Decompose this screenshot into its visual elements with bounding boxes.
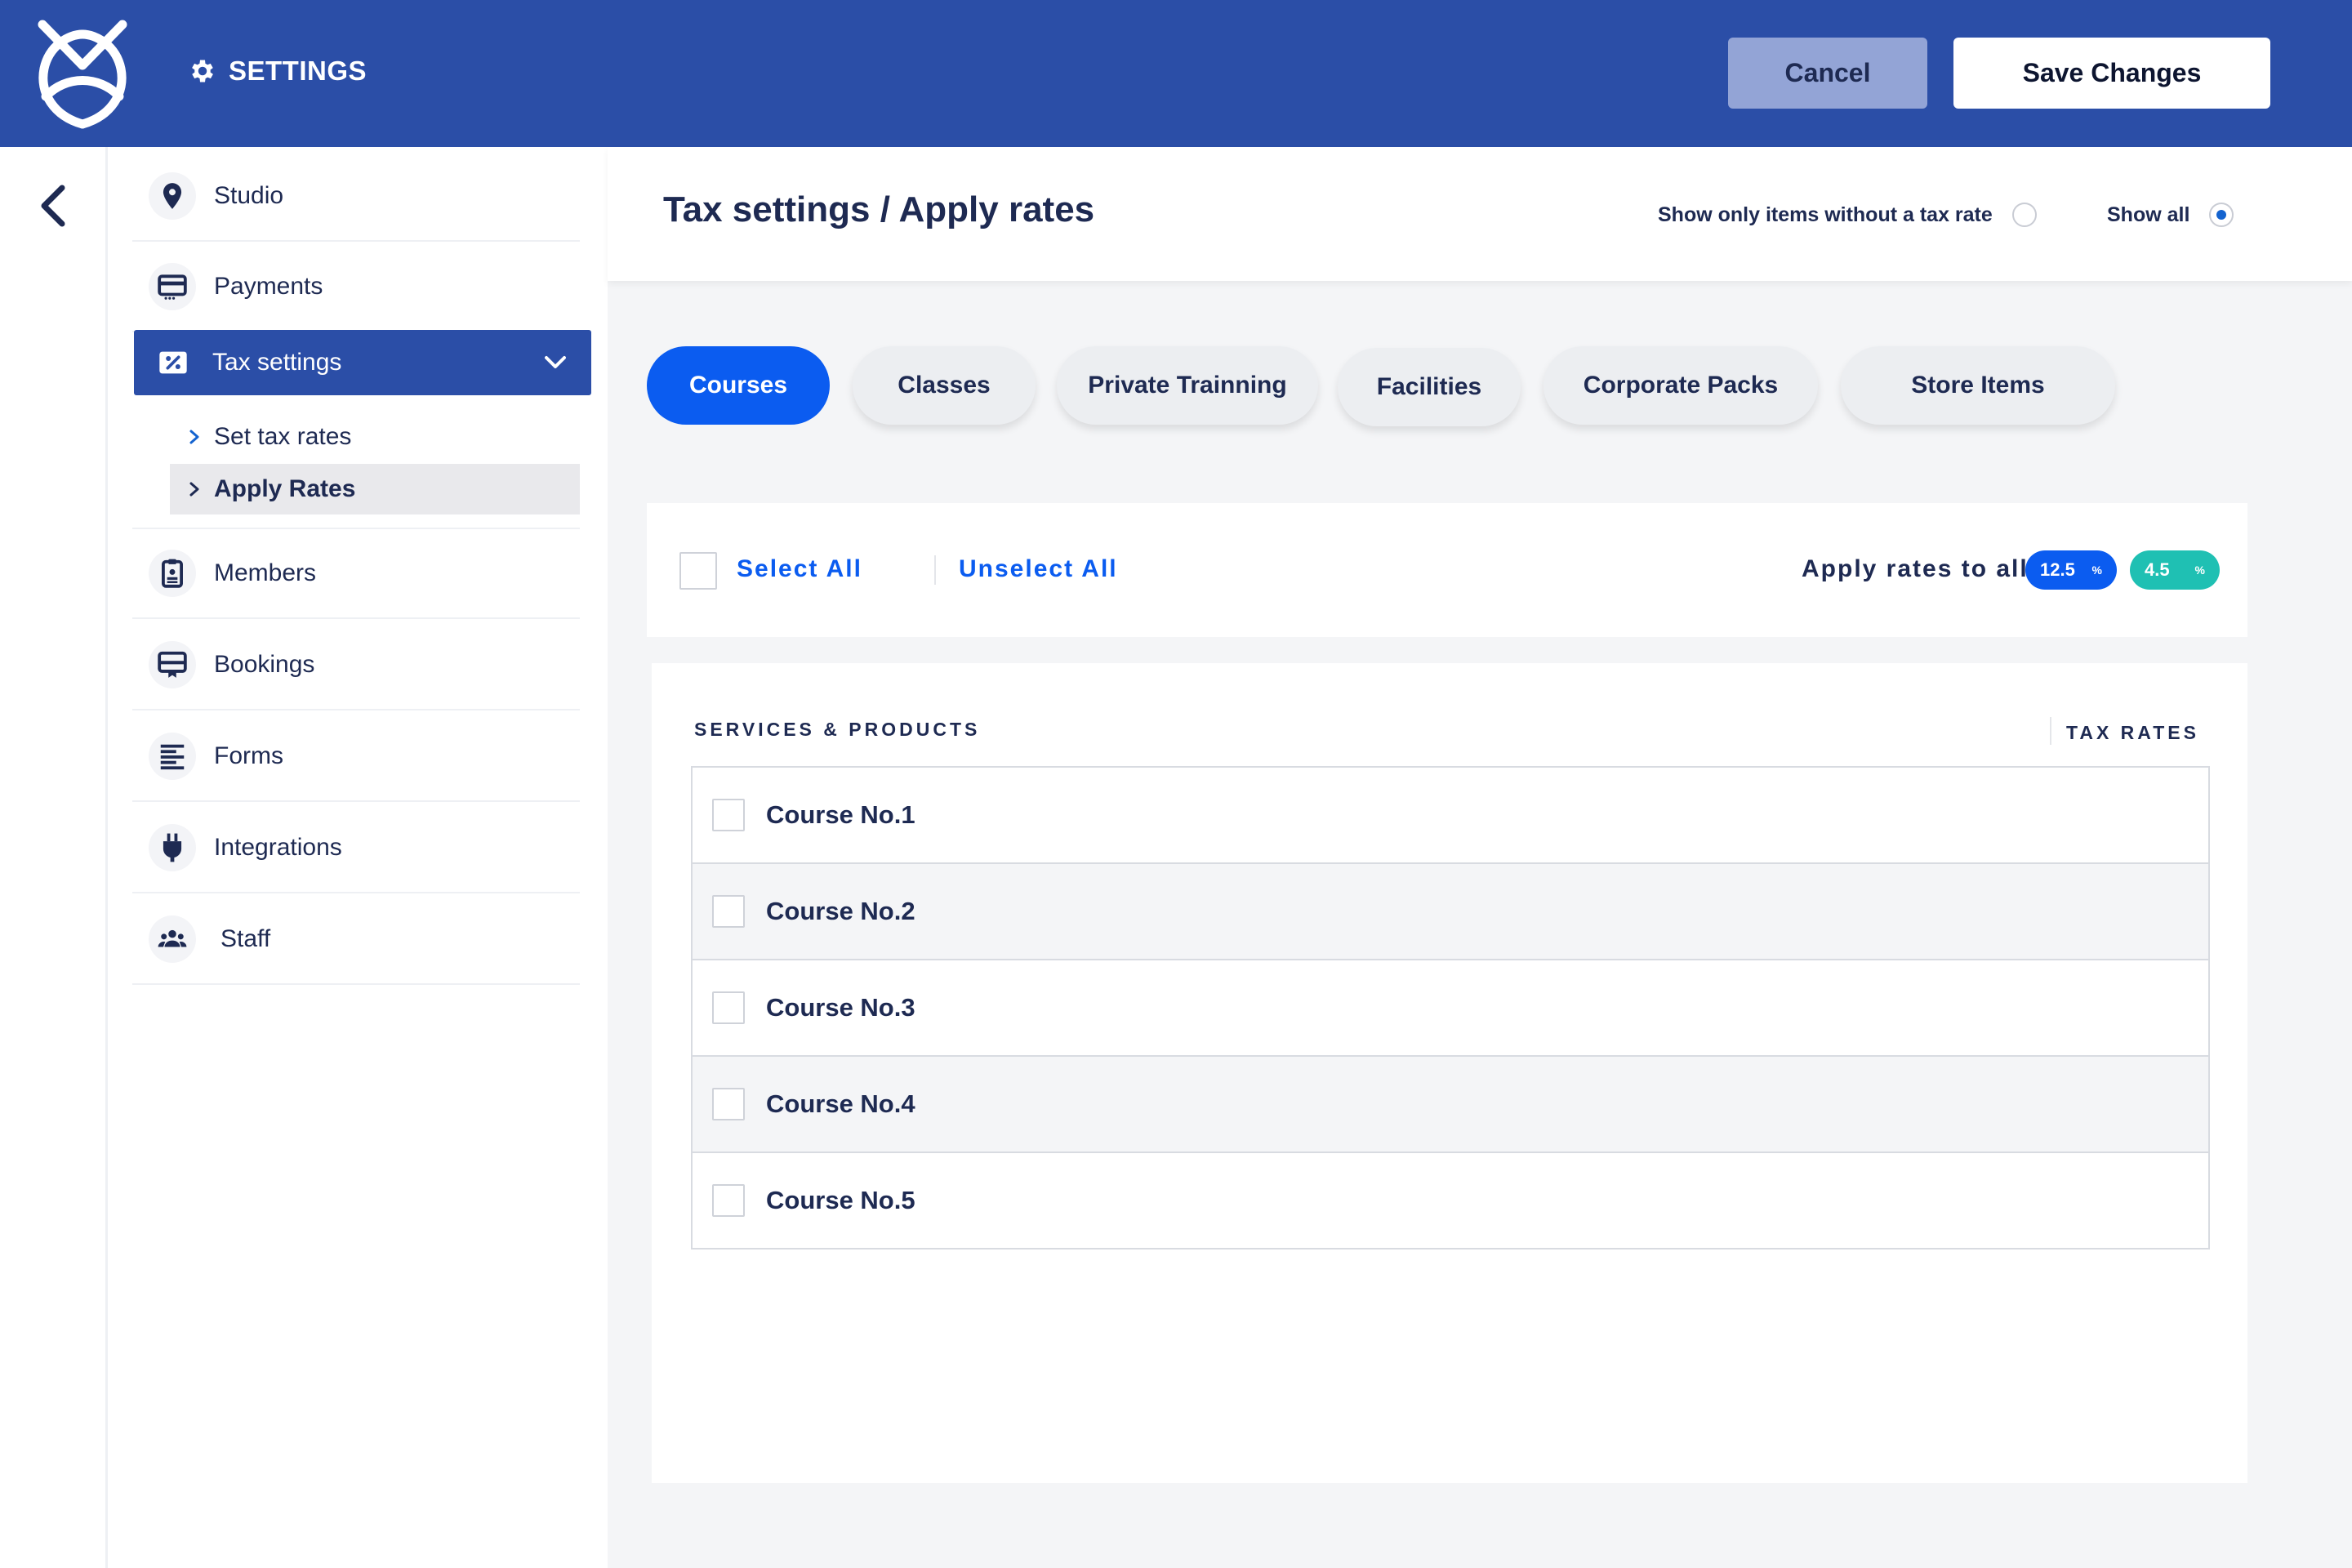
chevron-right-icon [189, 430, 199, 444]
table-row[interactable]: Course No.1 [691, 766, 2210, 864]
row-label: Course No.5 [766, 1186, 915, 1214]
bulk-actions-card: Select All Unselect All Apply rates to a… [647, 503, 2247, 637]
rate-value: 4.5 [2145, 559, 2170, 580]
row-label: Course No.3 [766, 993, 915, 1022]
row-label: Course No.2 [766, 897, 915, 925]
column-header-services: SERVICES & PRODUCTS [694, 719, 981, 740]
sidebar-item-members[interactable]: Members [132, 529, 580, 619]
sidebar-item-forms[interactable]: Forms [132, 712, 580, 802]
row-label: Course No.1 [766, 800, 915, 829]
unselect-all-link[interactable]: Unselect All [959, 555, 1118, 583]
page-title: Tax settings / Apply rates [663, 189, 1095, 229]
cancel-button[interactable]: Cancel [1728, 38, 1927, 109]
percent-tag-icon [159, 351, 187, 374]
tab-private-training[interactable]: Private Trainning [1057, 346, 1318, 425]
plug-icon [149, 824, 196, 871]
sidebar-item-tax-settings[interactable]: Tax settings [134, 330, 591, 395]
title-bar: Tax settings / Apply rates Show only ite… [608, 147, 2352, 281]
table-row[interactable]: Course No.4 [691, 1055, 2210, 1153]
percent-sign: % [2194, 564, 2205, 577]
divider [934, 555, 936, 585]
radio-show-all[interactable] [2209, 203, 2234, 227]
tab-courses[interactable]: Courses [647, 346, 830, 425]
tab-facilities[interactable]: Facilities [1338, 348, 1521, 426]
subitem-label: Apply Rates [214, 475, 356, 502]
table-row[interactable]: Course No.2 [691, 862, 2210, 960]
settings-sidebar: Studio Payments Tax settings Set tax rat… [108, 147, 608, 1568]
select-all-checkbox[interactable] [679, 552, 717, 590]
tab-store-items[interactable]: Store Items [1841, 346, 2115, 425]
sidebar-item-studio[interactable]: Studio [132, 152, 580, 242]
sidebar-item-integrations[interactable]: Integrations [132, 804, 580, 893]
chevron-right-icon [189, 482, 199, 497]
rate-pill-12-5[interactable]: 12.5 % [2025, 550, 2117, 590]
sidebar-item-label: Bookings [214, 651, 315, 678]
credit-card-icon [149, 263, 196, 310]
column-header-tax-rates: TAX RATES [2066, 722, 2199, 743]
gear-icon [192, 60, 213, 82]
row-checkbox[interactable] [712, 1184, 745, 1217]
row-label: Course No.4 [766, 1089, 915, 1118]
people-icon [149, 915, 196, 963]
filter-show-all[interactable]: Show all [2107, 203, 2234, 227]
sidebar-item-label: Studio [214, 182, 284, 209]
sidebar-item-staff[interactable]: Staff [132, 895, 580, 985]
map-pin-icon [149, 172, 196, 220]
divider [2050, 717, 2051, 745]
filter-label: Show all [2107, 203, 2190, 226]
sidebar-item-label: Forms [214, 742, 283, 769]
sidebar-item-label: Payments [214, 273, 323, 300]
left-rail [0, 147, 108, 1568]
rate-value: 12.5 [2040, 559, 2075, 580]
brand-logo [38, 20, 127, 129]
sidebar-item-label: Members [214, 559, 317, 586]
row-checkbox[interactable] [712, 991, 745, 1024]
apply-rates-label: Apply rates to all [1802, 555, 2029, 582]
items-list-card: SERVICES & PRODUCTS TAX RATES Course No.… [652, 663, 2247, 1483]
select-all-link[interactable]: Select All [737, 555, 862, 583]
filter-label: Show only items without a tax rate [1658, 203, 1993, 226]
filter-without-tax-rate[interactable]: Show only items without a tax rate [1658, 203, 2037, 227]
sidebar-item-bookings[interactable]: Bookings [132, 621, 580, 710]
text-lines-icon [149, 733, 196, 780]
sidebar-subitem-set-tax-rates[interactable]: Set tax rates [186, 416, 351, 457]
sidebar-subitem-apply-rates[interactable]: Apply Rates [170, 464, 580, 514]
back-chevron-icon[interactable] [36, 183, 69, 229]
row-checkbox[interactable] [712, 895, 745, 928]
tab-corporate-packs[interactable]: Corporate Packs [1544, 346, 1818, 425]
sidebar-item-label: Tax settings [212, 349, 342, 376]
save-changes-button[interactable]: Save Changes [1953, 38, 2270, 109]
table-row[interactable]: Course No.5 [691, 1152, 2210, 1250]
row-checkbox[interactable] [712, 1088, 745, 1120]
tab-classes[interactable]: Classes [853, 346, 1036, 425]
sidebar-item-label: Integrations [214, 834, 342, 861]
settings-title-text: SETTINGS [229, 56, 368, 86]
chevron-down-icon[interactable] [542, 350, 568, 376]
main-content: Tax settings / Apply rates Show only ite… [608, 147, 2352, 1568]
settings-header: SETTINGS [188, 56, 367, 87]
sidebar-item-label: Staff [220, 925, 271, 952]
table-row[interactable]: Course No.3 [691, 959, 2210, 1057]
top-bar: SETTINGS Cancel Save Changes [0, 0, 2352, 147]
subitem-label: Set tax rates [214, 423, 352, 450]
sidebar-item-payments[interactable]: Payments [132, 243, 580, 332]
rate-pill-4-5[interactable]: 4.5 % [2130, 550, 2220, 590]
radio-without-tax-rate[interactable] [2011, 203, 2037, 227]
booking-icon [149, 641, 196, 688]
percent-sign: % [2091, 564, 2102, 577]
row-checkbox[interactable] [712, 799, 745, 831]
id-badge-icon [149, 550, 196, 597]
